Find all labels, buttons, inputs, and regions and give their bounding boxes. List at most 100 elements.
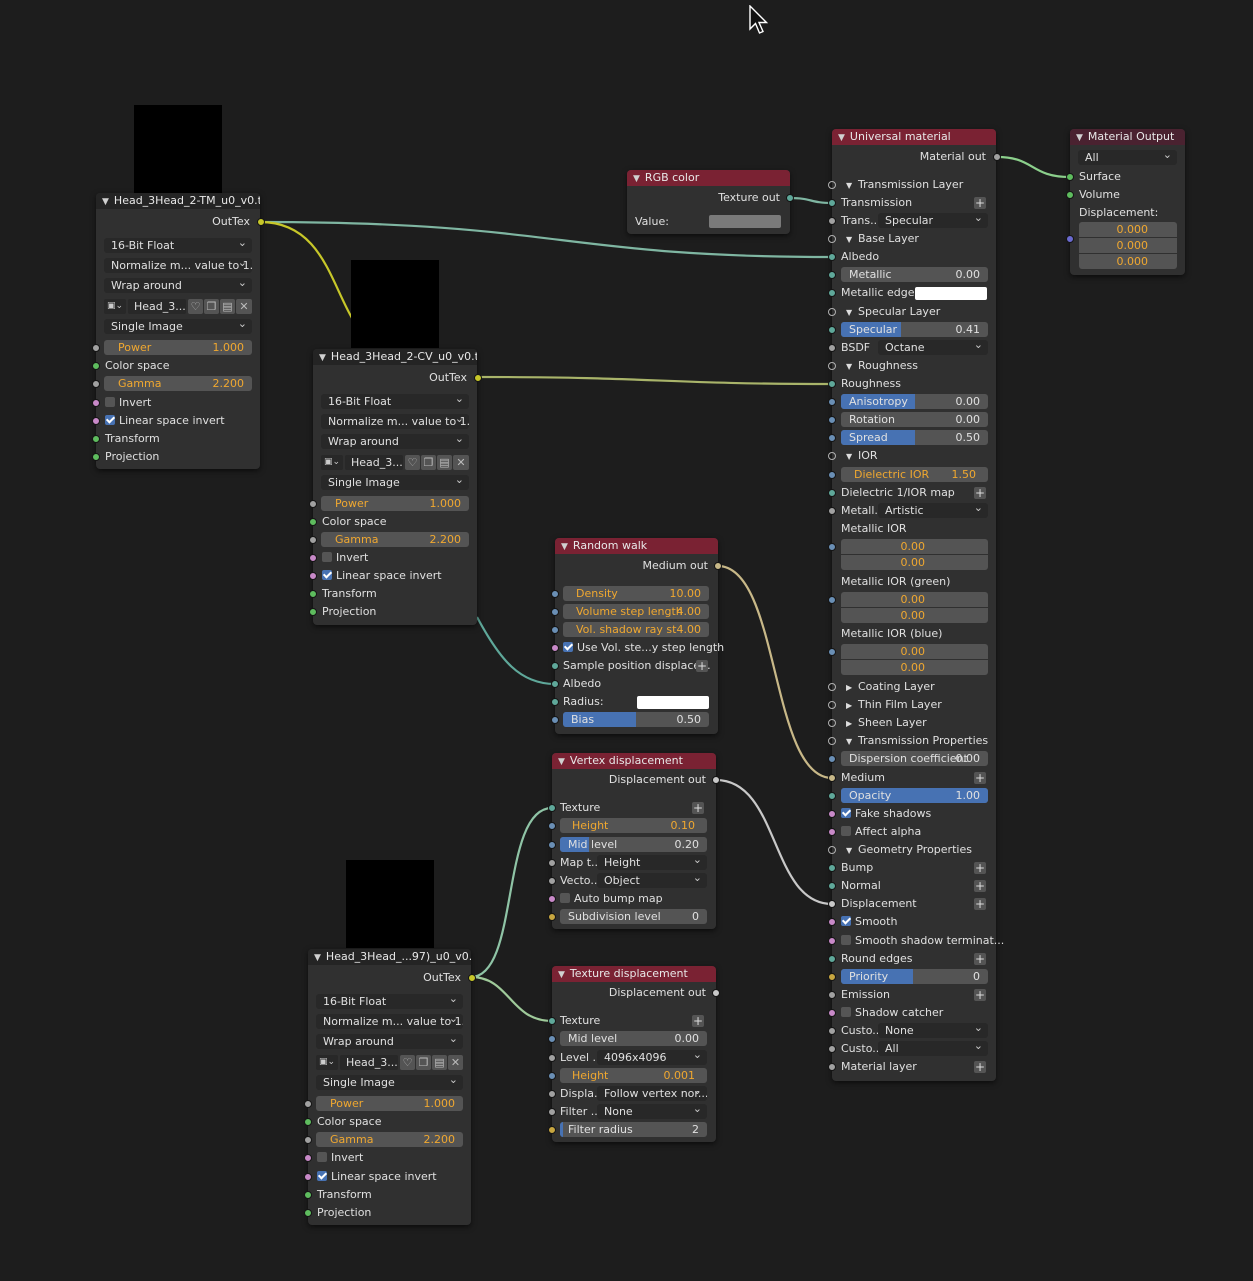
shadow-catcher-checkbox[interactable]: Shadow catcher [841, 1005, 943, 1021]
vertex-displacement-node[interactable]: ▼ Vertex displacement Displacement out Te… [548, 753, 720, 929]
filter-type-dropdown[interactable]: None [597, 1104, 707, 1119]
collapse-arrow-icon[interactable]: ▼ [102, 194, 109, 209]
format-dropdown[interactable]: 16-Bit Float [104, 238, 252, 253]
node-header[interactable]: ▼ Universal material [832, 129, 996, 145]
expand-arrow-icon[interactable]: ▼ [846, 734, 858, 750]
input-socket[interactable] [304, 1118, 312, 1126]
input-socket[interactable] [548, 1035, 556, 1043]
image-texture-node[interactable]: ▼ Head_3Head_2-CV_u0_v0.tif OutTex 16-Bit… [309, 349, 482, 625]
subdivision-field[interactable]: Subdivision level 0 [560, 909, 707, 924]
gamma-field[interactable]: Gamma 2.200 [321, 532, 469, 547]
image-selector[interactable]: ▣⌄ Head_3... ♡ ❐ ▤ ✕ [321, 455, 469, 470]
image-selector[interactable]: ▣⌄ Head_3... ♡ ❐ ▤ ✕ [316, 1055, 463, 1070]
format-dropdown[interactable]: 16-Bit Float [316, 994, 463, 1009]
collapse-arrow-icon[interactable]: ▼ [1076, 130, 1083, 145]
input-socket[interactable] [92, 344, 100, 352]
gamma-field[interactable]: Gamma 2.200 [316, 1132, 463, 1147]
image-browse-icon[interactable]: ▣⌄ [104, 299, 126, 314]
add-icon[interactable]: + [974, 197, 986, 209]
input-socket[interactable] [828, 362, 836, 370]
close-icon[interactable]: ✕ [236, 299, 252, 314]
output-socket[interactable] [712, 989, 720, 997]
input-socket[interactable] [551, 590, 559, 598]
invert-checkbox[interactable]: Invert [317, 1150, 363, 1166]
input-socket[interactable] [828, 828, 836, 836]
volume-step-field[interactable]: Volume step length 4.00 [563, 604, 709, 619]
open-folder-icon[interactable]: ▤ [432, 1055, 447, 1070]
specular-layer-panel[interactable]: ▼ Specular Layer [846, 304, 940, 320]
priority-field[interactable]: Priority 0 [841, 969, 988, 984]
color-swatch[interactable] [709, 215, 781, 228]
expand-arrow-icon[interactable]: ▼ [846, 449, 858, 465]
input-socket[interactable] [828, 1063, 836, 1071]
expand-arrow-icon[interactable]: ▼ [846, 232, 858, 248]
height-field[interactable]: Height 0.10 [560, 818, 707, 833]
height-field[interactable]: Height 0.001 [560, 1068, 707, 1083]
wrap-dropdown[interactable]: Wrap around [104, 278, 252, 293]
radius-color-swatch[interactable] [637, 696, 709, 709]
checkbox-icon[interactable] [322, 552, 332, 562]
input-socket[interactable] [92, 380, 100, 388]
gamma-field[interactable]: Gamma 2.200 [104, 376, 252, 391]
output-socket[interactable] [474, 374, 482, 382]
bsdf-dropdown[interactable]: Octane [878, 340, 988, 355]
displacement-field[interactable]: 0.000 [1079, 254, 1177, 269]
universal-material-node[interactable]: ▼ Universal material Material out ▼ Transm… [828, 129, 1004, 1081]
checkbox-icon[interactable] [317, 1152, 327, 1162]
input-socket[interactable] [309, 590, 317, 598]
collapse-arrow-icon[interactable]: ▼ [558, 967, 565, 982]
node-header[interactable]: ▼ Random walk [555, 538, 718, 554]
collapse-arrow-icon[interactable]: ▼ [838, 130, 845, 145]
specular-slider[interactable]: Specular 0.41 [841, 322, 988, 337]
input-socket[interactable] [828, 471, 836, 479]
input-socket[interactable] [551, 716, 559, 724]
input-socket[interactable] [828, 253, 836, 261]
input-socket[interactable] [828, 810, 836, 818]
opacity-slider[interactable]: Opacity 1.00 [841, 788, 988, 803]
displacement-field[interactable]: 0.000 [1079, 222, 1177, 237]
input-socket[interactable] [548, 1072, 556, 1080]
input-socket[interactable] [548, 859, 556, 867]
node-header[interactable]: ▼ RGB color [627, 170, 790, 186]
input-socket[interactable] [92, 453, 100, 461]
output-socket[interactable] [468, 974, 476, 982]
input-socket[interactable] [92, 435, 100, 443]
duplicate-icon[interactable]: ❐ [421, 455, 436, 470]
metallic-edge-swatch[interactable] [915, 287, 987, 300]
checkbox-icon[interactable] [841, 916, 851, 926]
node-header[interactable]: ▼ Head_3Head_2-TM_u0_v0.tif [96, 193, 260, 209]
random-walk-node[interactable]: ▼ Random walk Medium out Density 10.00 Vol… [551, 538, 724, 734]
checkbox-icon[interactable] [105, 397, 115, 407]
input-socket[interactable] [548, 822, 556, 830]
input-socket[interactable] [548, 877, 556, 885]
power-field[interactable]: Power 1.000 [104, 340, 252, 355]
source-dropdown[interactable]: Single Image [321, 475, 469, 490]
normalize-dropdown[interactable]: Normalize m... value to 1.0 [321, 414, 469, 429]
image-texture-node[interactable]: ▼ Head_3Head_2-TM_u0_v0.tif OutTex 16-Bit… [92, 193, 265, 469]
checkbox-icon[interactable] [563, 642, 573, 652]
image-name-field[interactable]: Head_3... [340, 1055, 398, 1070]
input-socket[interactable] [828, 900, 836, 908]
input-socket[interactable] [304, 1136, 312, 1144]
checkbox-icon[interactable] [841, 1007, 851, 1017]
linear-space-checkbox[interactable]: Linear space invert [317, 1169, 437, 1185]
node-header[interactable]: ▼ Material Output [1070, 129, 1185, 145]
expand-arrow-icon[interactable]: ▼ [846, 178, 858, 194]
input-socket[interactable] [828, 683, 836, 691]
add-icon[interactable]: + [974, 487, 986, 499]
collapse-arrow-icon[interactable]: ▼ [633, 171, 640, 186]
transmission-layer-panel[interactable]: ▼ Transmission Layer [846, 177, 963, 193]
input-socket[interactable] [828, 271, 836, 279]
input-socket[interactable] [1066, 173, 1074, 181]
trans-type-dropdown[interactable]: Specular [878, 213, 988, 228]
input-socket[interactable] [828, 596, 836, 604]
add-icon[interactable]: + [696, 660, 708, 672]
output-socket[interactable] [714, 562, 722, 570]
input-socket[interactable] [828, 543, 836, 551]
input-socket[interactable] [92, 399, 100, 407]
map-type-dropdown[interactable]: Height [597, 855, 707, 870]
input-socket[interactable] [1066, 235, 1074, 243]
expand-arrow-icon[interactable]: ▼ [846, 843, 858, 859]
input-socket[interactable] [551, 680, 559, 688]
add-icon[interactable]: + [974, 953, 986, 965]
